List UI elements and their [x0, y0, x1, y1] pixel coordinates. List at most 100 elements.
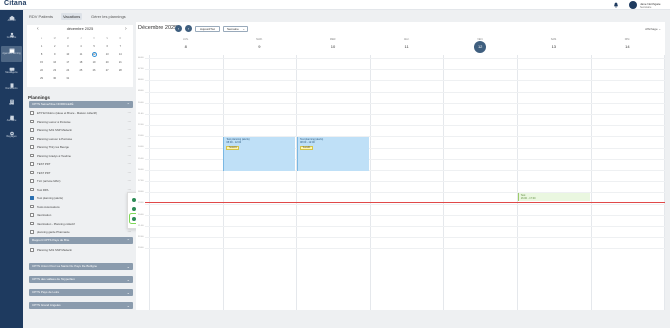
planning-checkbox[interactable] — [30, 230, 34, 234]
mini-cal-day[interactable]: 20 — [101, 59, 114, 67]
planning-item[interactable]: Planning Thiry les Beurge ⋯ — [29, 143, 133, 151]
chevron-up-icon[interactable]: ⌃ — [127, 101, 130, 108]
chevron-down-icon[interactable]: ⌄ — [127, 289, 130, 296]
mini-cal-day[interactable]: 25 — [74, 67, 87, 75]
more-options-icon[interactable]: ⋯ — [128, 109, 132, 117]
planning-item[interactable]: Planning Gradys à l'Ivodine ⋯ — [29, 152, 133, 160]
more-options-icon[interactable]: ⋯ — [128, 152, 132, 160]
mini-cal-day[interactable]: 14 — [114, 51, 127, 59]
planning-checkbox[interactable] — [30, 136, 34, 141]
tab-rdv-patients[interactable]: RDV Patients — [27, 13, 55, 20]
mini-cal-day[interactable]: 9 — [48, 51, 61, 59]
more-options-icon[interactable]: ⋯ — [128, 143, 132, 151]
planning-checkbox[interactable] — [30, 204, 34, 209]
planning-group-header[interactable]: CPTS Grand Angeles ⌄ — [29, 302, 133, 309]
mini-cal-day[interactable]: 3 — [61, 43, 74, 51]
planning-item[interactable]: Planning SAS SNP Médecin ⋯ — [29, 126, 133, 134]
sidebar-item-suivi[interactable]: Suivi — [1, 97, 22, 111]
planning-item[interactable]: Planning SAS SNP Médecin — [29, 246, 133, 254]
avatar[interactable] — [629, 1, 637, 9]
mini-cal-day[interactable]: 4 — [74, 43, 87, 51]
planning-checkbox[interactable] — [30, 145, 34, 149]
planning-checkbox[interactable] — [30, 170, 34, 175]
planning-item[interactable]: TEST PDT ⋯ — [29, 160, 133, 168]
planning-checkbox[interactable] — [30, 187, 34, 192]
planning-item[interactable]: Test planning (alerts)⋯ — [29, 194, 133, 202]
mini-cal-day[interactable]: 16 — [48, 59, 61, 67]
calendar-event[interactable]: Test 16:00 - 17:00 — [517, 193, 590, 201]
mini-cal-day[interactable]: 21 — [114, 59, 127, 67]
mini-cal-day[interactable] — [114, 75, 127, 83]
bell-icon[interactable] — [613, 2, 619, 8]
planning-checkbox[interactable] — [30, 111, 34, 115]
mini-cal-day[interactable]: 17 — [61, 59, 74, 67]
planning-item[interactable]: TEST PDT ⋯ — [29, 169, 133, 177]
planning-item[interactable]: Planning Lamour à Pontoise ⋯ — [29, 135, 133, 143]
mini-cal-day[interactable] — [74, 75, 87, 83]
calendar-event[interactable]: Test planning (alerts) 08:00 - 12:00 Tests… — [297, 137, 369, 171]
mini-cal-day[interactable]: 8 — [35, 51, 48, 59]
more-options-icon[interactable]: ⋯ — [128, 160, 132, 168]
mini-cal-day[interactable]: 7 — [114, 43, 127, 51]
tab-vacations[interactable]: Vacations — [61, 13, 83, 20]
planning-group-header[interactable]: CPTS Union Pour La Santé Du Pays De Bull… — [29, 263, 133, 270]
planning-checkbox[interactable] — [30, 248, 34, 252]
chevron-up-icon[interactable]: ⌃ — [127, 237, 130, 244]
mini-cal-day[interactable]: 2 — [48, 43, 61, 51]
affichage-menu[interactable]: Affichage ⌄ — [645, 27, 661, 31]
mini-cal-day[interactable]: 30 — [48, 75, 61, 83]
planning-checkbox[interactable] — [30, 213, 34, 217]
planning-item[interactable]: planning garde Pharmacie ⋯ — [29, 228, 133, 236]
planning-item[interactable]: Vaccination⋯ — [29, 211, 133, 219]
chevron-down-icon[interactable]: ⌄ — [127, 276, 130, 283]
mini-cal-day[interactable]: 15 — [35, 59, 48, 67]
day-column-header[interactable]: MER. 10 — [296, 38, 370, 49]
mini-cal-day[interactable]: 13 — [101, 51, 114, 59]
planning-group-header[interactable]: Rapport CPTS Pays de Brie ⌃ — [29, 237, 133, 244]
planning-checkbox[interactable] — [30, 221, 34, 226]
chevron-down-icon[interactable]: ⌄ — [127, 263, 130, 270]
planning-group-header[interactable]: CPTS Seine/Oise NORD/LEZÉ ⌃ — [29, 101, 133, 108]
sidebar-item-contacts[interactable]: Contacts — [1, 30, 22, 44]
mini-cal-day[interactable]: 22 — [35, 67, 48, 75]
planning-checkbox[interactable] — [30, 119, 34, 124]
mini-cal-day[interactable]: 5 — [88, 43, 101, 51]
tab-gerer-plannings[interactable]: Gérer les plannings — [89, 13, 128, 20]
calendar-event[interactable]: Test planning (alerts) 08:00 - 12:00 Tests… — [223, 137, 296, 171]
sidebar-item-messagerie[interactable]: Messagerie — [1, 65, 22, 79]
day-column-header[interactable]: VEN. 12 — [443, 38, 517, 53]
mini-cal-day[interactable]: 11 — [74, 51, 87, 59]
sidebar-item-reglages[interactable]: Réglages — [1, 129, 22, 145]
mini-cal-day[interactable] — [101, 75, 114, 83]
planning-item[interactable]: Planning Lamor à Pontoise ⋯ — [29, 118, 133, 126]
planning-item[interactable]: Vaccination - Planning collectif⋯ — [29, 220, 133, 228]
mini-cal-day[interactable]: 24 — [61, 67, 74, 75]
sidebar-item-accueil[interactable]: Accueil — [1, 13, 22, 27]
calendar-next-button[interactable]: › — [185, 25, 192, 32]
mini-cal-day[interactable]: 1 — [35, 43, 48, 51]
mini-cal-day[interactable]: 31 — [61, 75, 74, 83]
more-options-icon[interactable]: ⋯ — [128, 177, 132, 185]
day-column-header[interactable]: LUN. 8 — [149, 38, 223, 49]
mini-cal-day[interactable]: 19 — [88, 59, 101, 67]
day-column-header[interactable]: DIM. 14 — [591, 38, 665, 49]
app-logo[interactable]: Citana — [4, 0, 27, 7]
planning-checkbox[interactable] — [30, 179, 34, 183]
planning-item[interactable]: TLC (arrivée MAC) ⋯ — [29, 177, 133, 185]
more-options-icon[interactable]: ⋯ — [128, 135, 132, 143]
today-button[interactable]: Aujourd'hui — [195, 26, 220, 32]
mini-cal-day[interactable]: 6 — [101, 43, 114, 51]
planning-item[interactable]: ETP El Nidoro (ideue et Bruce - Maison c… — [29, 109, 133, 117]
more-options-icon[interactable]: ⋯ — [128, 126, 132, 134]
mini-cal-day[interactable]: 29 — [35, 75, 48, 83]
planning-item[interactable]: Test RPA ⋯ — [29, 186, 133, 194]
mini-cal-day[interactable]: 26 — [88, 67, 101, 75]
mini-cal-day[interactable]: 27 — [101, 67, 114, 75]
chevron-down-icon[interactable]: ⌄ — [127, 302, 130, 309]
time-grid[interactable]: 06:00 07:00 08:00 09:00 10:00 11:00 12:00 13:00… — [136, 55, 666, 310]
mini-cal-day[interactable]: 28 — [114, 67, 127, 75]
view-select[interactable]: Semaine ⌄ — [223, 26, 248, 32]
planning-checkbox[interactable] — [30, 162, 34, 166]
day-column-header[interactable]: SAM. 13 — [517, 38, 591, 49]
sidebar-item-documents[interactable]: Documents — [1, 81, 22, 95]
